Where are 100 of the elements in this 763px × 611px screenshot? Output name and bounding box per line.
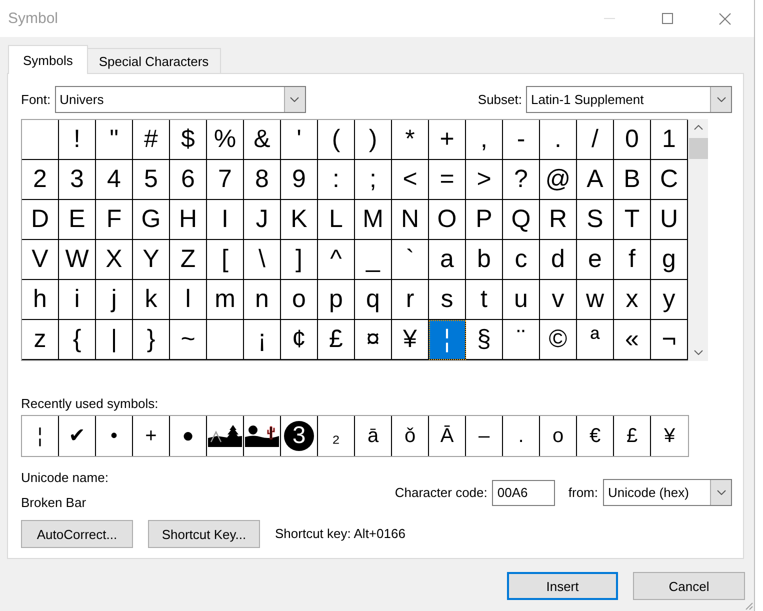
symbol-cell[interactable]: t	[466, 280, 503, 320]
symbol-cell[interactable]: v	[540, 280, 577, 320]
scroll-up-icon[interactable]	[694, 125, 702, 130]
symbol-cell[interactable]: P	[466, 200, 503, 240]
symbol-cell[interactable]: §	[466, 320, 503, 360]
symbol-cell[interactable]: A	[577, 160, 614, 200]
symbol-cell[interactable]: w	[577, 280, 614, 320]
from-dropdown[interactable]: Unicode (hex)	[603, 479, 732, 506]
symbol-cell[interactable]: N	[392, 200, 429, 240]
symbol-cell[interactable]: >	[466, 160, 503, 200]
symbol-cell[interactable]: I	[207, 200, 244, 240]
symbol-cell[interactable]: .	[540, 120, 577, 160]
symbol-cell[interactable]: h	[22, 280, 59, 320]
symbol-cell[interactable]: g	[651, 240, 688, 280]
symbol-cell[interactable]: (	[318, 120, 355, 160]
symbol-cell[interactable]: ª	[577, 320, 614, 360]
symbol-cell[interactable]: ¤	[355, 320, 392, 360]
symbol-cell[interactable]: L	[318, 200, 355, 240]
symbol-cell[interactable]: Y	[133, 240, 170, 280]
symbol-cell[interactable]: =	[429, 160, 466, 200]
symbol-cell[interactable]: D	[22, 200, 59, 240]
symbol-cell[interactable]: )	[355, 120, 392, 160]
symbol-cell[interactable]: ¥	[392, 320, 429, 360]
symbol-cell[interactable]: z	[22, 320, 59, 360]
subset-dropdown[interactable]: Latin-1 Supplement	[526, 86, 732, 113]
recent-symbol[interactable]: ¥	[651, 416, 688, 456]
symbol-cell[interactable]: H	[170, 200, 207, 240]
insert-button[interactable]: Insert	[507, 572, 618, 600]
symbol-cell[interactable]: `	[392, 240, 429, 280]
symbol-cell[interactable]: b	[466, 240, 503, 280]
symbol-cell[interactable]: o	[281, 280, 318, 320]
symbol-cell[interactable]: j	[96, 280, 133, 320]
symbol-cell[interactable]: e	[577, 240, 614, 280]
symbol-cell[interactable]: J	[244, 200, 281, 240]
symbol-cell[interactable]: F	[96, 200, 133, 240]
symbol-cell[interactable]: f	[614, 240, 651, 280]
symbol-cell[interactable]: !	[59, 120, 96, 160]
symbol-cell[interactable]: O	[429, 200, 466, 240]
scrollbar-thumb[interactable]	[688, 138, 708, 159]
symbol-cell[interactable]: r	[392, 280, 429, 320]
font-dropdown[interactable]: Univers	[54, 86, 306, 113]
symbol-cell[interactable]: $	[170, 120, 207, 160]
symbol-cell[interactable]: S	[577, 200, 614, 240]
symbol-cell[interactable]: &	[244, 120, 281, 160]
symbol-cell[interactable]: U	[651, 200, 688, 240]
symbol-cell[interactable]	[207, 320, 244, 360]
symbol-cell[interactable]: 3	[59, 160, 96, 200]
vertical-scrollbar[interactable]	[688, 119, 708, 361]
symbol-cell[interactable]: M	[355, 200, 392, 240]
symbol-cell[interactable]: x	[614, 280, 651, 320]
symbol-cell[interactable]: 9	[281, 160, 318, 200]
tab[interactable]: Special Characters	[88, 48, 221, 73]
symbol-cell[interactable]: ?	[503, 160, 540, 200]
symbol-cell[interactable]: d	[540, 240, 577, 280]
symbol-cell[interactable]: m	[207, 280, 244, 320]
symbol-cell[interactable]: ¡	[244, 320, 281, 360]
symbol-cell[interactable]: s	[429, 280, 466, 320]
symbol-cell[interactable]: '	[281, 120, 318, 160]
symbol-cell[interactable]: W	[59, 240, 96, 280]
symbol-cell[interactable]: }	[133, 320, 170, 360]
recent-symbol[interactable]	[244, 416, 281, 456]
symbol-cell[interactable]: E	[59, 200, 96, 240]
symbol-cell[interactable]: %	[207, 120, 244, 160]
tab[interactable]: Symbols	[8, 45, 88, 74]
symbol-cell[interactable]: \	[244, 240, 281, 280]
symbol-cell[interactable]: i	[59, 280, 96, 320]
recent-symbol[interactable]	[207, 416, 244, 456]
symbol-cell[interactable]: @	[540, 160, 577, 200]
symbol-cell[interactable]: -	[503, 120, 540, 160]
scroll-down-icon[interactable]	[694, 350, 702, 355]
symbol-cell[interactable]: #	[133, 120, 170, 160]
symbol-cell[interactable]: {	[59, 320, 96, 360]
symbol-cell[interactable]: 0	[614, 120, 651, 160]
symbol-cell[interactable]: ¢	[281, 320, 318, 360]
resize-grip-icon[interactable]	[744, 601, 753, 610]
symbol-cell[interactable]: Z	[170, 240, 207, 280]
symbol-cell[interactable]: ,	[466, 120, 503, 160]
symbol-cell[interactable]: R	[540, 200, 577, 240]
symbol-cell[interactable]: l	[170, 280, 207, 320]
symbol-cell[interactable]: n	[244, 280, 281, 320]
symbol-cell[interactable]: 2	[22, 160, 59, 200]
symbol-cell[interactable]: Q	[503, 200, 540, 240]
symbol-cell[interactable]: ~	[170, 320, 207, 360]
symbol-cell[interactable]: 5	[133, 160, 170, 200]
symbol-cell[interactable]: <	[392, 160, 429, 200]
symbol-cell[interactable]: "	[96, 120, 133, 160]
autocorrect-button[interactable]: AutoCorrect...	[21, 520, 133, 548]
symbol-cell[interactable]: u	[503, 280, 540, 320]
symbol-cell[interactable]: V	[22, 240, 59, 280]
symbol-cell[interactable]: ¬	[651, 320, 688, 360]
symbol-cell[interactable]: +	[429, 120, 466, 160]
symbol-cell[interactable]: /	[577, 120, 614, 160]
symbol-cell[interactable]: 4	[96, 160, 133, 200]
symbol-cell[interactable]: ;	[355, 160, 392, 200]
shortcut-key-button[interactable]: Shortcut Key...	[148, 520, 260, 548]
symbol-cell[interactable]: ©	[540, 320, 577, 360]
symbol-cell[interactable]: 6	[170, 160, 207, 200]
symbol-cell[interactable]: [	[207, 240, 244, 280]
symbol-cell[interactable]: y	[651, 280, 688, 320]
symbol-cell[interactable]: *	[392, 120, 429, 160]
